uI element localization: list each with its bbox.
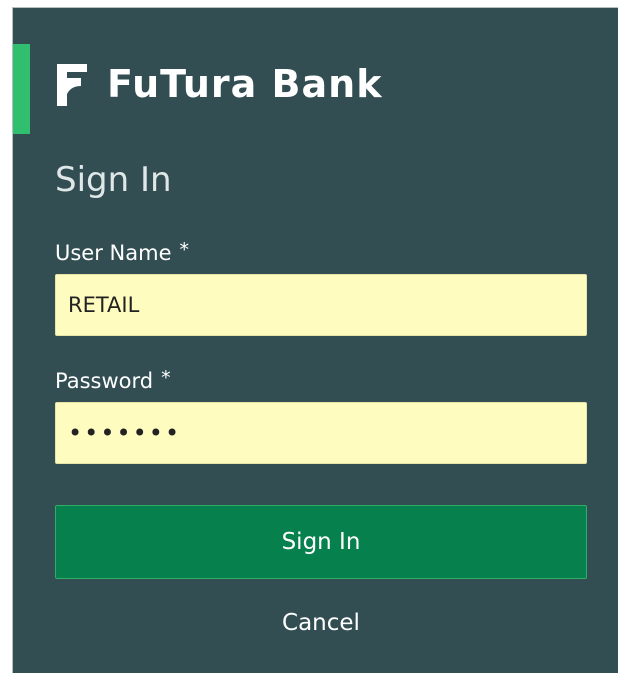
- accent-bar: [13, 44, 30, 134]
- password-required-marker: *: [161, 367, 171, 389]
- login-panel: FuTura Bank Sign In User Name * Password *…: [12, 7, 618, 673]
- username-input[interactable]: [55, 274, 587, 336]
- brand-name: FuTura Bank: [107, 62, 383, 106]
- brand-header: FuTura Bank: [53, 58, 382, 110]
- username-required-marker: *: [179, 239, 190, 261]
- username-label-text: User Name: [55, 241, 172, 265]
- password-label: Password *: [55, 367, 171, 394]
- futura-f-logo-icon: [57, 64, 87, 106]
- username-label: User Name *: [55, 239, 189, 266]
- cancel-link[interactable]: Cancel: [55, 610, 587, 638]
- page-title: Sign In: [55, 160, 172, 200]
- password-label-text: Password: [55, 369, 154, 393]
- password-input[interactable]: [55, 402, 587, 464]
- sign-in-button[interactable]: Sign In: [55, 505, 587, 579]
